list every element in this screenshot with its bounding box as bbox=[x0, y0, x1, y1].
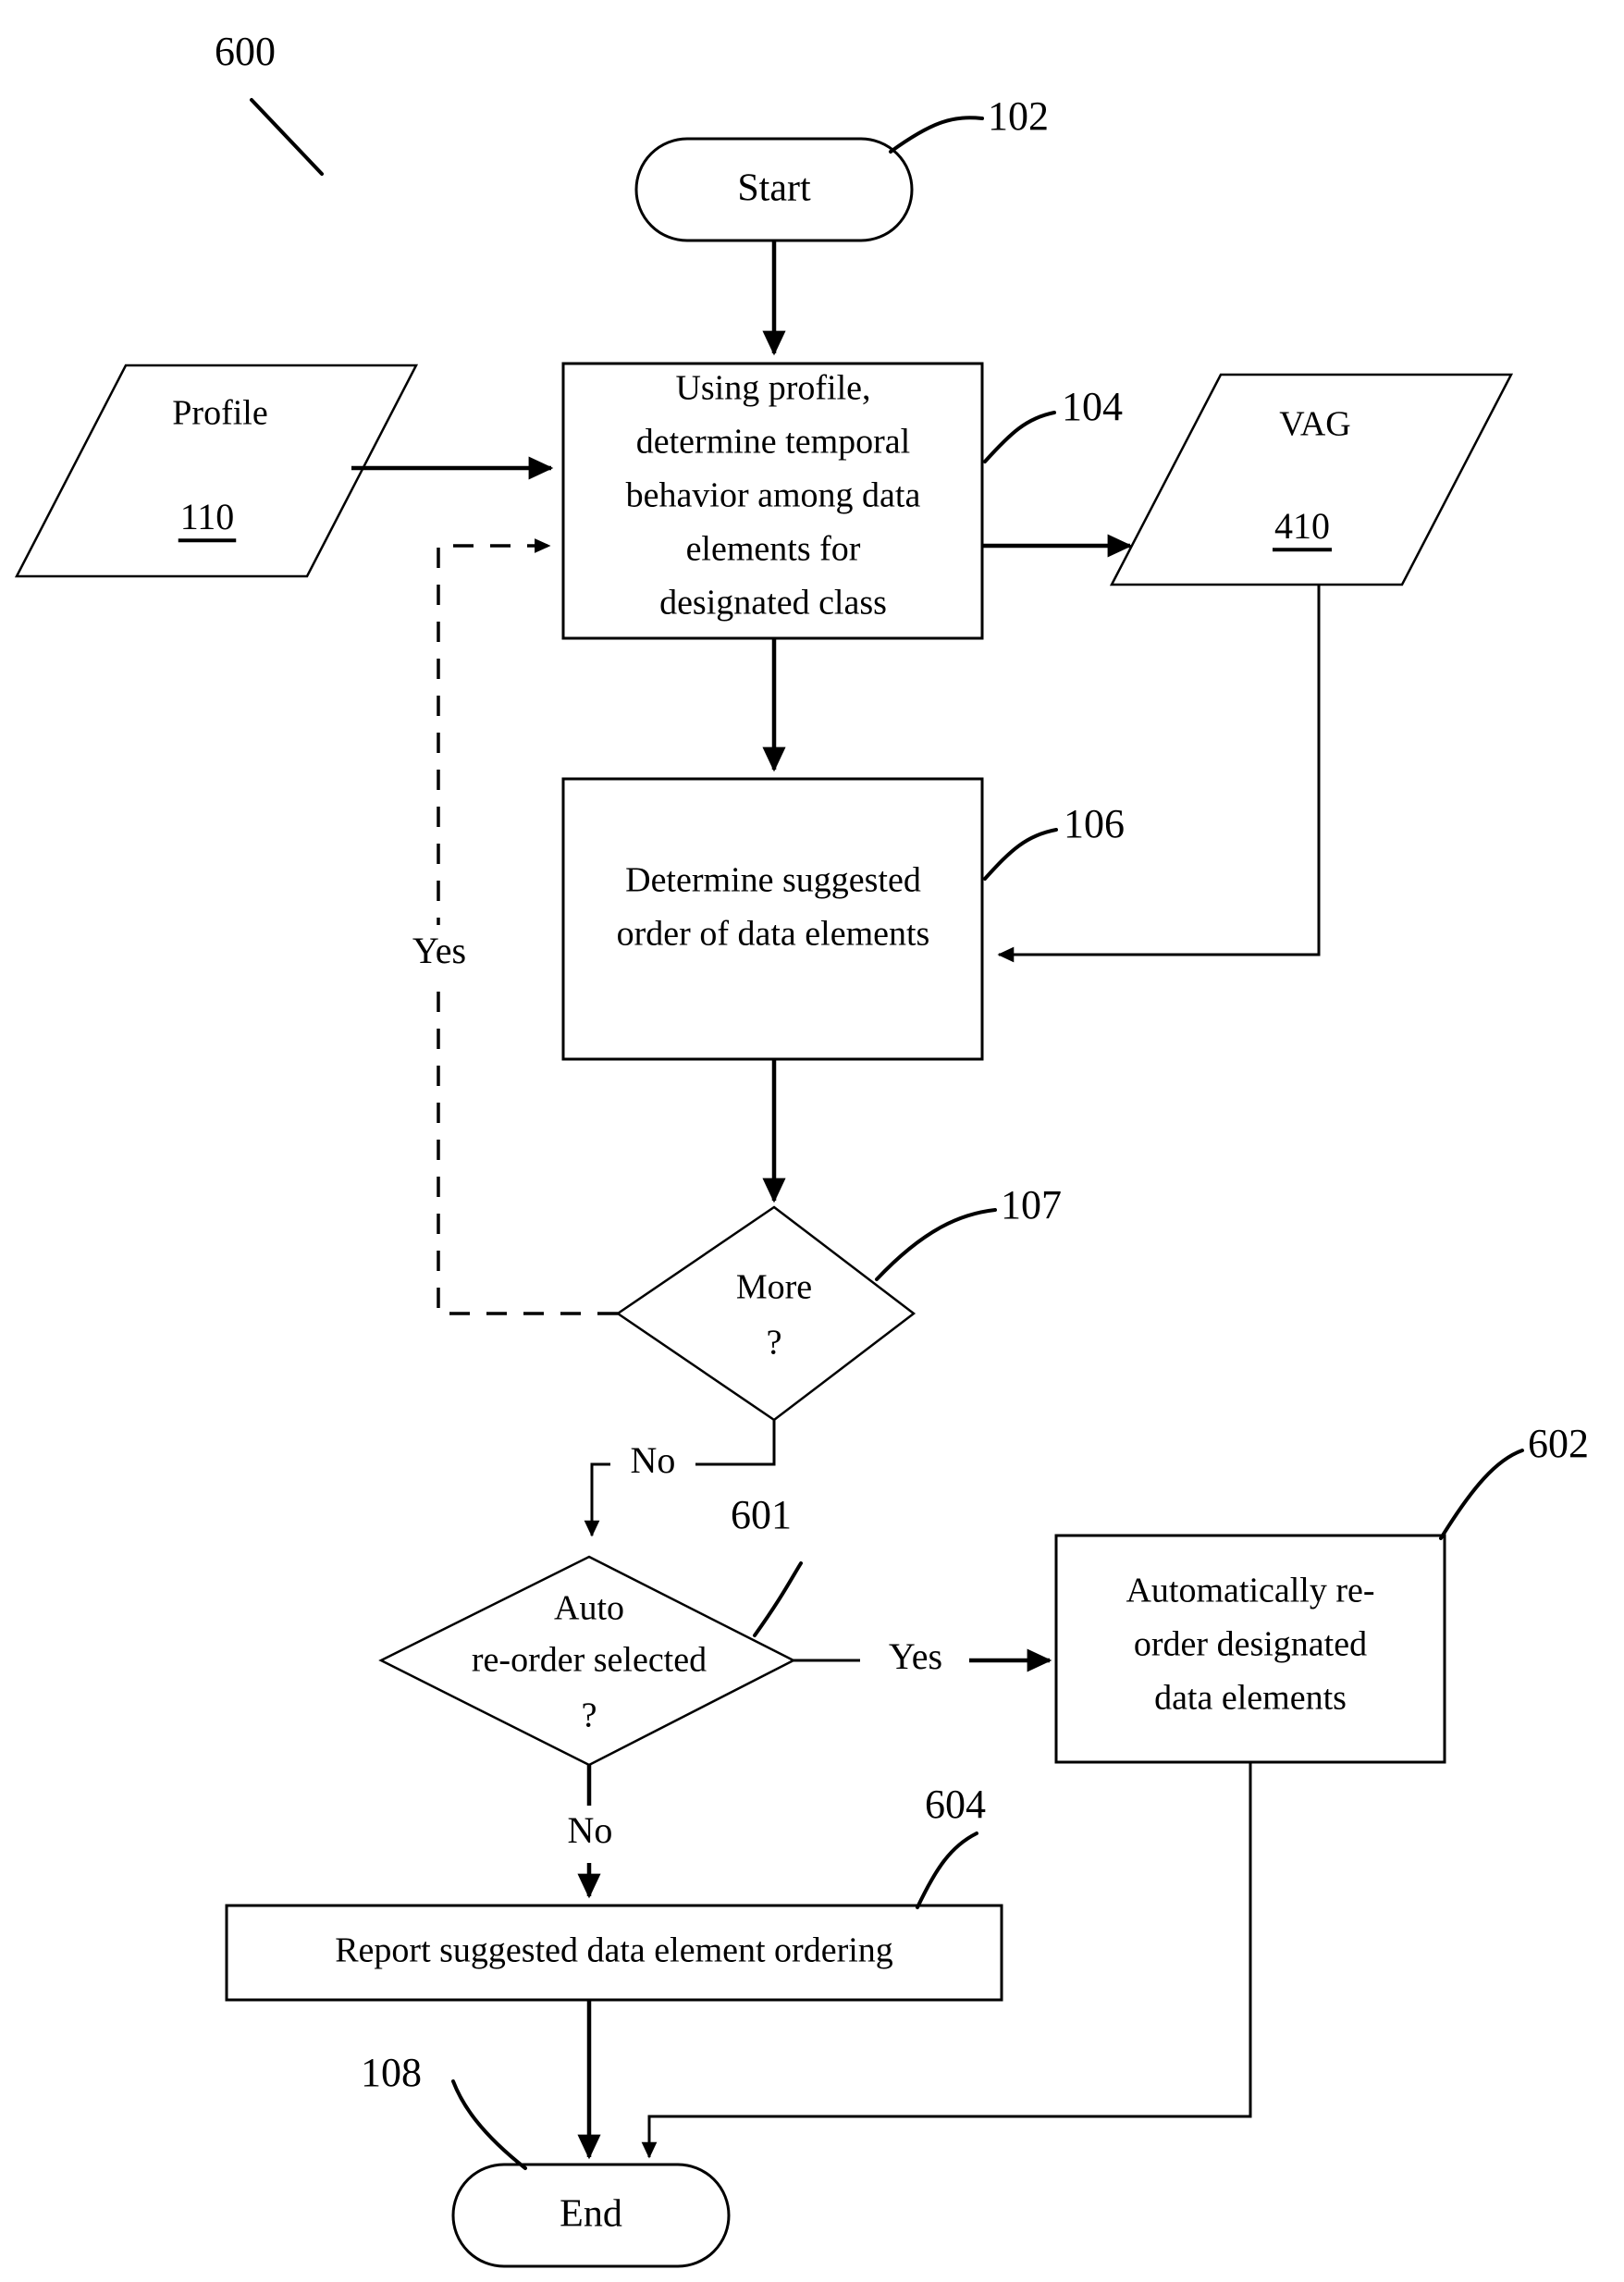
edge-label-more-yes-text: Yes bbox=[412, 930, 466, 971]
node-602-ref-leader bbox=[1439, 1449, 1524, 1540]
determine-temporal-line-0: Using profile, bbox=[675, 369, 870, 408]
auto-decision-line-0: Auto bbox=[554, 1589, 624, 1628]
auto-reorder-line-0: Automatically re- bbox=[1126, 1572, 1374, 1610]
profile-node-label: Profile bbox=[172, 394, 267, 433]
flowchart-diagram: 600 Start 102 Profile 110 Using profile,… bbox=[14, 29, 1589, 2268]
end-ref-number: 108 bbox=[361, 2050, 422, 2095]
node-106-ref-leader bbox=[983, 828, 1058, 881]
report-line-0: Report suggested data element ordering bbox=[335, 1931, 893, 1970]
determine-temporal-line-3: elements for bbox=[686, 530, 861, 569]
node-602-ref-number: 602 bbox=[1528, 1421, 1589, 1466]
node-604-ref-number: 604 bbox=[925, 1782, 986, 1827]
start-ref-number: 102 bbox=[988, 93, 1049, 139]
edge-vag-to-106 bbox=[997, 585, 1321, 963]
profile-id-number: 110 bbox=[180, 496, 235, 537]
node-107-ref-number: 107 bbox=[1001, 1182, 1062, 1227]
flowchart-page: 600 Start 102 Profile 110 Using profile,… bbox=[0, 0, 1624, 2282]
auto-decision-line-1: re-order selected bbox=[472, 1641, 707, 1680]
more-decision-line-1: ? bbox=[767, 1324, 782, 1363]
node-107-ref-leader bbox=[875, 1208, 997, 1281]
more-decision-line-0: More bbox=[736, 1268, 812, 1307]
edge-label-more-no: No bbox=[631, 1439, 676, 1481]
node-601-ref-number: 601 bbox=[731, 1492, 792, 1537]
node-601-ref-leader bbox=[753, 1561, 803, 1637]
vag-node-label: VAG bbox=[1279, 405, 1350, 444]
determine-temporal-line-2: behavior among data bbox=[626, 476, 921, 515]
end-ref-leader bbox=[451, 2079, 527, 2170]
start-ref-leader bbox=[889, 116, 984, 154]
auto-reorder-line-2: data elements bbox=[1154, 1679, 1347, 1718]
edge-label-auto-yes: Yes bbox=[889, 1635, 942, 1677]
node-106-ref-number: 106 bbox=[1064, 801, 1125, 846]
determine-order-line-1: order of data elements bbox=[617, 915, 930, 954]
vag-id-number: 410 bbox=[1274, 505, 1330, 547]
node-604-ref-leader bbox=[916, 1832, 978, 1909]
edge-label-auto-no: No bbox=[568, 1809, 613, 1851]
determine-order-line-0: Determine suggested bbox=[625, 861, 921, 900]
determine-temporal-line-1: determine temporal bbox=[636, 423, 911, 462]
figure-number-leader bbox=[250, 98, 324, 176]
auto-decision-line-2: ? bbox=[582, 1696, 597, 1735]
end-node-label: End bbox=[560, 2193, 622, 2236]
figure-number: 600 bbox=[215, 29, 276, 74]
more-decision-node bbox=[615, 1205, 917, 1422]
node-104-ref-leader bbox=[983, 411, 1056, 463]
auto-reorder-line-1: order designated bbox=[1134, 1625, 1367, 1664]
determine-temporal-line-4: designated class bbox=[659, 584, 887, 623]
start-node-label: Start bbox=[737, 167, 811, 210]
node-104-ref-number: 104 bbox=[1062, 384, 1123, 429]
